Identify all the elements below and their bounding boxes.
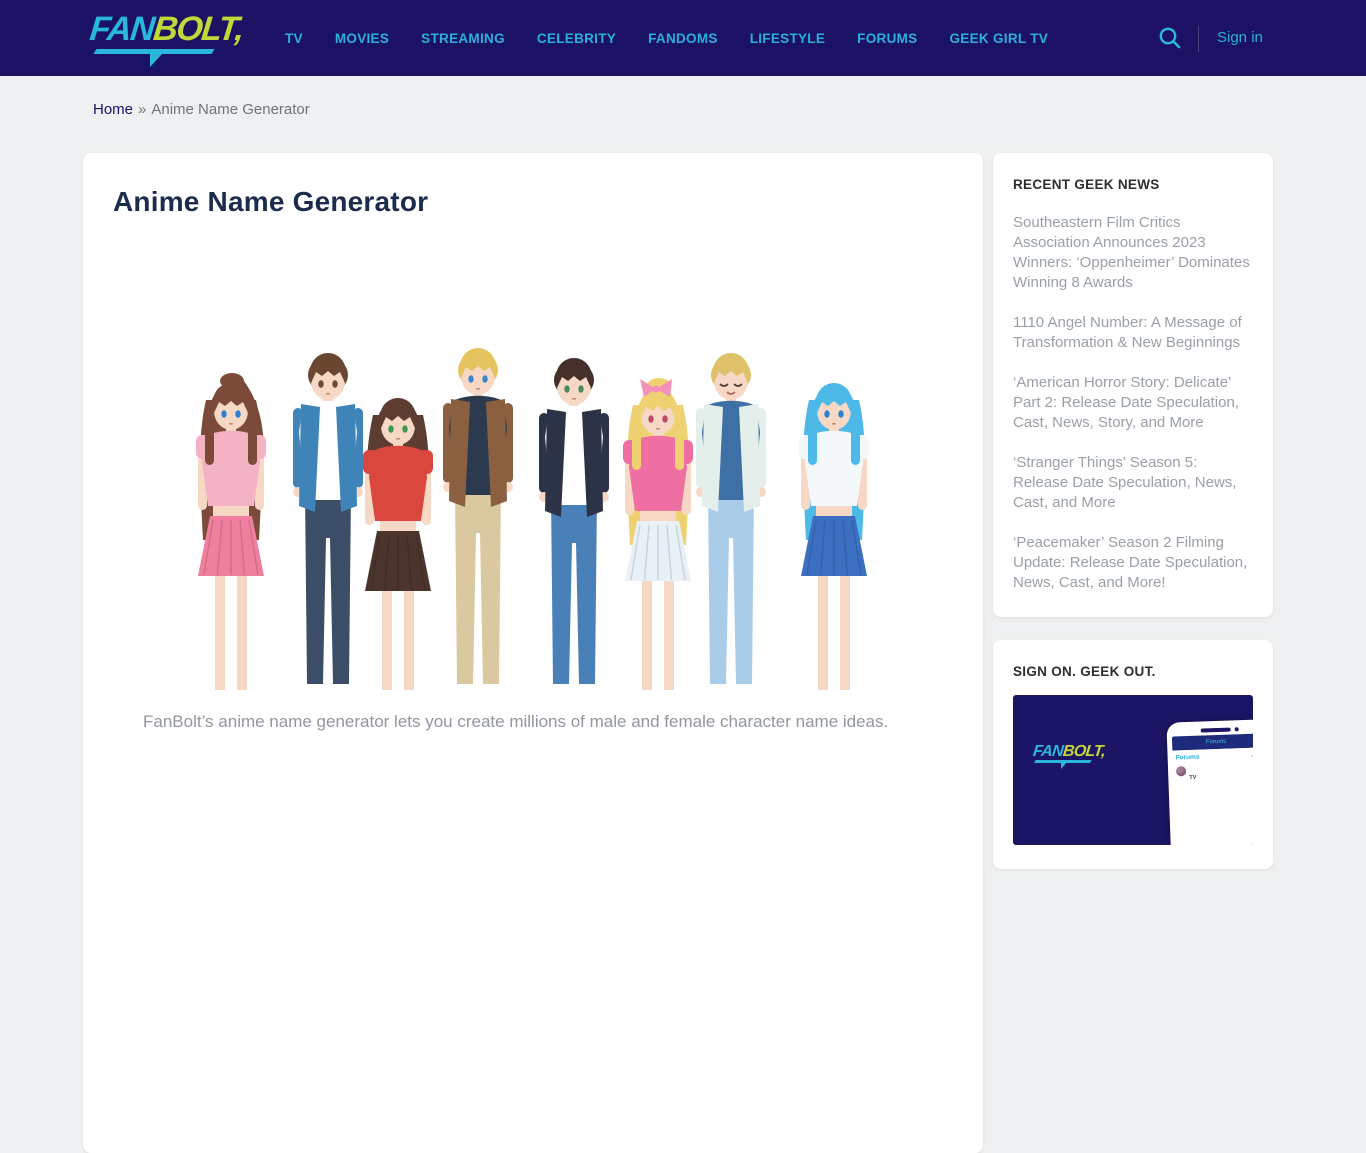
news-article-link[interactable]: ‘Peacemaker’ Season 2 Filming Update: Re… bbox=[1013, 533, 1253, 593]
fanbolt-logo[interactable]: FANBOLT, bbox=[90, 12, 240, 64]
sign-on-geek-out-card: SIGN ON. GEEK OUT. FANBOLT, Forums Forum… bbox=[993, 640, 1273, 869]
nav-item-streaming[interactable]: STREAMING bbox=[421, 31, 505, 46]
phone-forum-post: TV bbox=[1176, 764, 1253, 785]
recent-geek-news-title: RECENT GEEK NEWS bbox=[1013, 177, 1253, 192]
sign-on-geek-out-title: SIGN ON. GEEK OUT. bbox=[1013, 664, 1253, 679]
logo-speech-bubble-tail bbox=[150, 53, 163, 67]
site-header: FANBOLT, TV MOVIES STREAMING CELEBRITY F… bbox=[0, 0, 1366, 76]
news-list: Southeastern Film Critics Association An… bbox=[1013, 213, 1253, 593]
phone-screen-body: Forums ⋯ TV bbox=[1172, 747, 1253, 788]
nav-item-tv[interactable]: TV bbox=[285, 31, 303, 46]
fanbolt-logo-text: FANBOLT, bbox=[88, 12, 245, 46]
nav-item-movies[interactable]: MOVIES bbox=[335, 31, 389, 46]
phone-notch bbox=[1201, 728, 1231, 733]
logo-bolt: BOLT, bbox=[152, 10, 245, 48]
page-title: Anime Name Generator bbox=[113, 186, 953, 217]
header-divider bbox=[1198, 25, 1199, 52]
breadcrumb-current: Anime Name Generator bbox=[151, 101, 309, 118]
anime-characters-illustration bbox=[161, 237, 906, 690]
search-icon[interactable] bbox=[1157, 25, 1183, 51]
main-nav: TV MOVIES STREAMING CELEBRITY FANDOMS LI… bbox=[285, 0, 1048, 76]
breadcrumb: Home » Anime Name Generator bbox=[93, 101, 310, 118]
promo-banner[interactable]: FANBOLT, Forums Forums ⋯ bbox=[1013, 695, 1253, 845]
nav-item-lifestyle[interactable]: LIFESTYLE bbox=[750, 31, 825, 46]
breadcrumb-separator: » bbox=[138, 101, 146, 118]
news-article-link[interactable]: Southeastern Film Critics Association An… bbox=[1013, 213, 1253, 293]
phone-forums-label: Forums bbox=[1176, 754, 1200, 763]
main-article-card: Anime Name Generator FanBolt’s anime nam… bbox=[83, 153, 983, 1153]
content-area: Anime Name Generator FanBolt’s anime nam… bbox=[83, 153, 1273, 1153]
news-article-link[interactable]: ‘Stranger Things’ Season 5: Release Date… bbox=[1013, 453, 1253, 513]
news-article-link[interactable]: 1110 Angel Number: A Message of Transfor… bbox=[1013, 313, 1253, 353]
sidebar: RECENT GEEK NEWS Southeastern Film Criti… bbox=[993, 153, 1273, 869]
news-article-link[interactable]: ‘American Horror Story: Delicate’ Part 2… bbox=[1013, 373, 1253, 433]
nav-item-geek-girl-tv[interactable]: GEEK GIRL TV bbox=[949, 31, 1048, 46]
breadcrumb-home-link[interactable]: Home bbox=[93, 101, 133, 118]
logo-fan: FAN bbox=[88, 10, 155, 48]
nav-item-fandoms[interactable]: FANDOMS bbox=[648, 31, 718, 46]
sign-in-link[interactable]: Sign in bbox=[1217, 29, 1263, 46]
phone-mockup: Forums Forums ⋯ TV bbox=[1166, 719, 1253, 845]
intro-caption: FanBolt’s anime name generator lets you … bbox=[143, 712, 953, 732]
recent-geek-news-card: RECENT GEEK NEWS Southeastern Film Criti… bbox=[993, 153, 1273, 617]
nav-item-celebrity[interactable]: CELEBRITY bbox=[537, 31, 616, 46]
nav-item-forums[interactable]: FORUMS bbox=[857, 31, 917, 46]
phone-post-title: TV bbox=[1189, 775, 1196, 781]
promo-fanbolt-logo: FANBOLT, bbox=[1033, 743, 1103, 769]
phone-see-all-label: ⋯ bbox=[1251, 752, 1253, 760]
